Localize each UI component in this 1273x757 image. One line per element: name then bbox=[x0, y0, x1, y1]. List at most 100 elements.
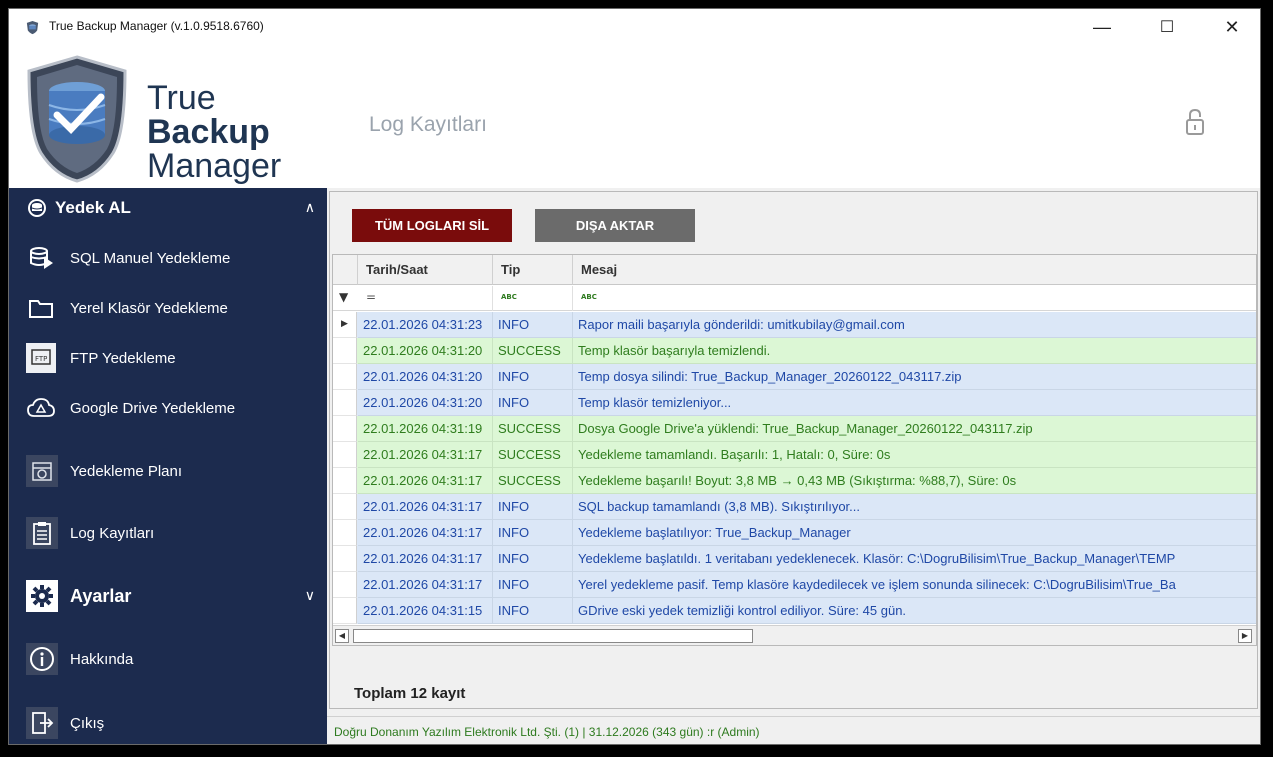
table-row[interactable]: 22.01.2026 04:31:17 INFO Yerel yedekleme p… bbox=[333, 572, 1256, 598]
sidebar-item-sql-manual[interactable]: SQL Manuel Yedekleme bbox=[9, 236, 327, 280]
filter-message[interactable]: ABC bbox=[573, 286, 1256, 311]
sidebar-item-label: Çıkış bbox=[70, 714, 105, 732]
cell-type: SUCCESS bbox=[493, 442, 573, 468]
database-icon bbox=[26, 197, 48, 219]
delete-all-logs-button[interactable]: TÜM LOGLARI SİL bbox=[352, 209, 512, 242]
table-row[interactable]: 22.01.2026 04:31:15 INFO GDrive eski yedek… bbox=[333, 598, 1256, 624]
row-indicator[interactable] bbox=[333, 494, 357, 520]
log-panel: TÜM LOGLARI SİL DIŞA AKTAR Tarih/Saat Ti… bbox=[329, 191, 1258, 709]
chevron-down-icon: ∨ bbox=[304, 588, 315, 604]
cell-datetime: 22.01.2026 04:31:17 bbox=[358, 546, 493, 572]
sidebar-item-backup-plan[interactable]: Yedekleme Planı bbox=[9, 448, 327, 494]
row-indicator[interactable]: ▶ bbox=[333, 312, 357, 338]
table-row[interactable]: 22.01.2026 04:31:17 INFO Yedekleme başlatı… bbox=[333, 520, 1256, 546]
logo-text-backup: Backup bbox=[147, 113, 270, 151]
table-row[interactable]: 22.01.2026 04:31:19 SUCCESS Dosya Google D… bbox=[333, 416, 1256, 442]
horizontal-scrollbar[interactable]: ◀ ▶ bbox=[333, 625, 1256, 645]
minimize-button[interactable]: — bbox=[1079, 9, 1125, 45]
abc-icon: ABC bbox=[581, 293, 597, 301]
sidebar-item-label: Log Kayıtları bbox=[70, 524, 155, 542]
cell-type: SUCCESS bbox=[493, 468, 573, 494]
row-indicator[interactable] bbox=[333, 364, 357, 390]
filter-datetime[interactable]: = bbox=[358, 286, 493, 311]
sidebar-item-google-drive[interactable]: Google Drive Yedekleme bbox=[9, 386, 327, 430]
google-drive-icon bbox=[26, 393, 56, 423]
table-row[interactable]: ▶ 22.01.2026 04:31:23 INFO Rapor maili başa… bbox=[333, 312, 1256, 338]
sidebar-section-label: Yedek AL bbox=[55, 198, 131, 217]
row-indicator[interactable] bbox=[333, 598, 357, 624]
cell-message: Temp klasör temizleniyor... bbox=[573, 390, 1256, 416]
sidebar-item-local-folder[interactable]: Yerel Klasör Yedekleme bbox=[9, 286, 327, 330]
sidebar-section-label: Ayarlar bbox=[70, 585, 132, 606]
column-header-type[interactable]: Tip bbox=[493, 255, 573, 285]
current-row-arrow-icon: ▶ bbox=[341, 318, 348, 328]
table-row[interactable]: 22.01.2026 04:31:20 INFO Temp klasör temiz… bbox=[333, 390, 1256, 416]
cell-datetime: 22.01.2026 04:31:17 bbox=[358, 468, 493, 494]
sidebar-item-label: Google Drive Yedekleme bbox=[70, 399, 236, 417]
table-row[interactable]: 22.01.2026 04:31:17 SUCCESS Yedekleme başa… bbox=[333, 468, 1256, 494]
table-row[interactable]: 22.01.2026 04:31:20 SUCCESS Temp klasör ba… bbox=[333, 338, 1256, 364]
cell-message: Temp klasör başarıyla temizlendi. bbox=[573, 338, 1256, 364]
unlock-icon[interactable] bbox=[1185, 107, 1205, 137]
cell-datetime: 22.01.2026 04:31:20 bbox=[358, 338, 493, 364]
table-row[interactable]: 22.01.2026 04:31:17 INFO SQL backup tamaml… bbox=[333, 494, 1256, 520]
main-content: TÜM LOGLARI SİL DIŞA AKTAR Tarih/Saat Ti… bbox=[327, 188, 1260, 744]
column-header-datetime[interactable]: Tarih/Saat bbox=[358, 255, 493, 285]
title-bar: True Backup Manager (v.1.0.9518.6760) — … bbox=[9, 9, 1260, 45]
cell-datetime: 22.01.2026 04:31:17 bbox=[358, 442, 493, 468]
sidebar-item-about[interactable]: Hakkında bbox=[9, 636, 327, 682]
filter-type[interactable]: ABC bbox=[493, 286, 573, 311]
total-count: Toplam 12 kayıt bbox=[354, 685, 466, 702]
filter-icon[interactable]: ▼ bbox=[339, 290, 348, 304]
table-row[interactable]: 22.01.2026 04:31:20 INFO Temp dosya silind… bbox=[333, 364, 1256, 390]
row-indicator[interactable] bbox=[333, 572, 357, 598]
info-icon bbox=[26, 643, 58, 675]
scroll-right-arrow[interactable]: ▶ bbox=[1238, 629, 1252, 643]
sidebar: Yedek AL ∧ SQL Manuel Yedekleme Yerel Kl… bbox=[9, 188, 327, 744]
cell-message: Rapor maili başarıyla gönderildi: umitku… bbox=[573, 312, 1256, 338]
sidebar-item-label: SQL Manuel Yedekleme bbox=[70, 249, 231, 267]
schedule-icon bbox=[26, 455, 58, 487]
log-grid: Tarih/Saat Tip Mesaj ▼ = ABC ABC ▶ 22.01.… bbox=[332, 254, 1257, 646]
table-row[interactable]: 22.01.2026 04:31:17 INFO Yedekleme başlatı… bbox=[333, 546, 1256, 572]
row-indicator[interactable] bbox=[333, 546, 357, 572]
sidebar-item-label: Hakkında bbox=[70, 650, 134, 668]
logo-text-manager: Manager bbox=[147, 147, 282, 185]
row-indicator[interactable] bbox=[333, 416, 357, 442]
cell-message: Yedekleme tamamlandı. Başarılı: 1, Hatal… bbox=[573, 442, 1256, 468]
app-window: True Backup Manager (v.1.0.9518.6760) — … bbox=[8, 8, 1261, 745]
cell-type: SUCCESS bbox=[493, 416, 573, 442]
cell-type: INFO bbox=[493, 572, 573, 598]
export-button[interactable]: DIŞA AKTAR bbox=[535, 209, 695, 242]
sidebar-section-backup[interactable]: Yedek AL ∧ bbox=[9, 188, 327, 228]
cell-type: INFO bbox=[493, 312, 573, 338]
cell-message: GDrive eski yedek temizliği kontrol edil… bbox=[573, 598, 1256, 624]
scroll-left-arrow[interactable]: ◀ bbox=[335, 629, 349, 643]
column-header-message[interactable]: Mesaj bbox=[573, 255, 1256, 285]
row-indicator[interactable] bbox=[333, 442, 357, 468]
row-indicator[interactable] bbox=[333, 390, 357, 416]
sidebar-section-settings[interactable]: Ayarlar ∨ bbox=[9, 574, 327, 618]
cell-type: INFO bbox=[493, 598, 573, 624]
sidebar-item-exit[interactable]: Çıkış bbox=[9, 700, 327, 744]
cell-message: Temp dosya silindi: True_Backup_Manager_… bbox=[573, 364, 1256, 390]
cell-datetime: 22.01.2026 04:31:17 bbox=[358, 494, 493, 520]
close-button[interactable]: ✕ bbox=[1209, 9, 1255, 45]
sidebar-item-ftp[interactable]: FTP FTP Yedekleme bbox=[9, 336, 327, 380]
filter-equals-label: = bbox=[366, 290, 377, 304]
cell-type: INFO bbox=[493, 390, 573, 416]
sidebar-item-log-records[interactable]: Log Kayıtları bbox=[9, 510, 327, 556]
svg-text:FTP: FTP bbox=[35, 355, 47, 363]
row-indicator[interactable] bbox=[333, 338, 357, 364]
cell-datetime: 22.01.2026 04:31:23 bbox=[358, 312, 493, 338]
row-indicator[interactable] bbox=[333, 520, 357, 546]
ftp-icon: FTP bbox=[26, 343, 56, 373]
table-row[interactable]: 22.01.2026 04:31:17 SUCCESS Yedekleme tama… bbox=[333, 442, 1256, 468]
shield-logo-icon bbox=[27, 55, 127, 183]
maximize-button[interactable]: ☐ bbox=[1144, 9, 1190, 45]
chevron-up-icon: ∧ bbox=[304, 200, 315, 216]
abc-icon: ABC bbox=[501, 293, 517, 301]
row-indicator[interactable] bbox=[333, 468, 357, 494]
row-indicator-header bbox=[333, 255, 358, 285]
scroll-thumb[interactable] bbox=[353, 629, 753, 643]
